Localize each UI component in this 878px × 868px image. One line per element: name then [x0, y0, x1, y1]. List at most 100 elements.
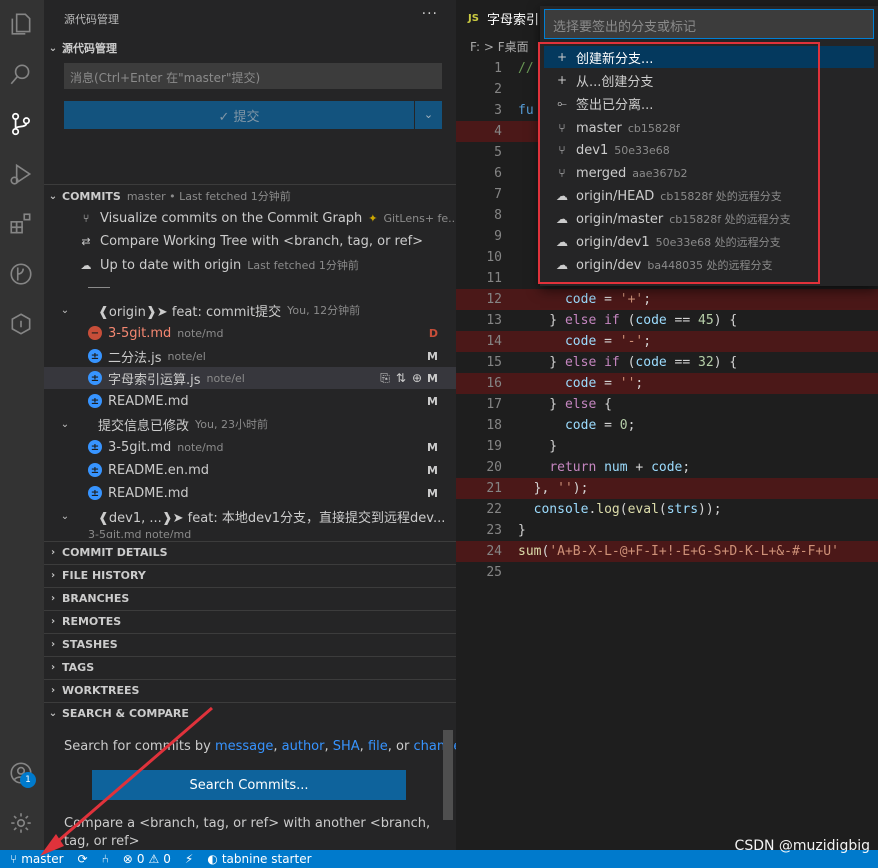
code-line: 25 [486, 565, 502, 580]
branch-status[interactable]: ⑂ master [10, 852, 64, 866]
error-icon: ⊗ [122, 852, 133, 866]
compare-icon: ⇄ [81, 234, 91, 248]
modified-file-icon: ± [88, 440, 102, 454]
compare-changes-icon[interactable]: ⇅ [396, 371, 406, 386]
chevron-right-icon: › [50, 616, 56, 627]
chevron-right-icon: › [50, 662, 56, 673]
cloud-icon: ☁ [80, 258, 92, 272]
section-remotes[interactable]: › REMOTES [44, 610, 456, 632]
commit-row[interactable]: ⌄ 提交信息已修改 You, 23小时前 [44, 413, 456, 435]
search-description: Search for commits by message, author, S… [64, 739, 456, 754]
changed-file-row[interactable]: − 3-5git.md note/md D [44, 322, 456, 344]
up-to-date-item[interactable]: ☁ Up to date with origin Last fetched 1分… [44, 254, 456, 276]
section-file-history[interactable]: › FILE HISTORY [44, 564, 456, 586]
sparkle-icon: ✦ [368, 211, 378, 225]
search-by-file-link[interactable]: file [368, 739, 388, 754]
code-line: 13 } else if (code == 45) { [486, 313, 738, 328]
changed-file-row[interactable]: ± 3-5git.md note/md M [44, 436, 456, 458]
code-line: 20 return num + code; [486, 460, 691, 475]
run-debug-icon[interactable] [6, 159, 36, 189]
account-badge: 1 [20, 772, 36, 788]
changed-file-row[interactable]: 3-5git.md note/md [44, 528, 456, 538]
sidebar-title: 源代码管理 [64, 13, 119, 26]
sync-icon[interactable]: ⟳ [78, 852, 88, 866]
quick-pick-input[interactable]: 选择要签出的分支或标记 [544, 9, 874, 39]
code-line: 19 } [486, 439, 558, 454]
commit-button[interactable]: ✓ 提交 [64, 101, 414, 129]
tabnine-icon: ◐ [207, 852, 218, 866]
breadcrumb[interactable]: F: > F桌面 [470, 38, 529, 55]
commit-row[interactable]: ⌄ ❰dev1, ...❱➤ feat: 本地dev1分支，直接提交到远程dev… [44, 505, 456, 527]
commit-row[interactable]: ⌄ ❰origin❱➤ feat: commit提交 You, 12分钟前 [44, 299, 456, 321]
modified-file-icon: ± [88, 349, 102, 363]
section-search-compare[interactable]: ⌄ SEARCH & COMPARE [44, 702, 456, 724]
chevron-right-icon: › [50, 639, 56, 650]
modified-file-icon: ± [88, 371, 102, 385]
code-line: 18 code = 0; [486, 418, 636, 433]
branch-icon: ⑂ [10, 852, 18, 866]
plug-icon[interactable]: ⚡ [185, 852, 193, 866]
section-branches[interactable]: › BRANCHES [44, 587, 456, 609]
settings-gear-icon[interactable] [6, 808, 36, 838]
code-line-deleted: 24 sum('A+B-X-L-@+F-I+!-E+G-S+D-K-L+&-#-F… [456, 541, 878, 562]
search-by-message-link[interactable]: message [215, 739, 273, 754]
section-stashes[interactable]: › STASHES [44, 633, 456, 655]
js-file-icon: JS [468, 12, 479, 24]
section-tags[interactable]: › TAGS [44, 656, 456, 678]
modified-file-icon: ± [88, 486, 102, 500]
chevron-down-icon: ⌄ [60, 418, 70, 430]
deleted-file-icon: − [88, 326, 102, 340]
chevron-right-icon: › [50, 685, 56, 696]
changed-file-row[interactable]: ± README.md M [44, 390, 456, 412]
activity-bar: 1 [0, 0, 44, 850]
code-line-deleted: 16 code = ''; [456, 373, 878, 394]
row-actions: ⎘ ⇅ ⊕ [380, 371, 422, 386]
source-control-icon[interactable] [6, 109, 36, 139]
sidebar-scrollbar[interactable] [443, 730, 453, 820]
chevron-right-icon: › [50, 593, 56, 604]
more-actions-icon[interactable]: ··· [422, 6, 438, 22]
extensions-icon[interactable] [6, 209, 36, 239]
changed-file-row[interactable]: ± 二分法.js note/el M [44, 345, 456, 367]
chevron-right-icon: › [50, 547, 56, 558]
tabnine-status[interactable]: ◐ tabnine starter [207, 852, 311, 866]
explorer-icon[interactable] [6, 9, 36, 39]
separator [88, 287, 110, 288]
visualize-graph-item[interactable]: ⑂ Visualize commits on the Commit Graph … [44, 207, 456, 229]
globe-icon[interactable]: ⊕ [412, 371, 422, 386]
open-file-icon[interactable]: ⎘ [380, 371, 390, 386]
editor-tab[interactable]: JS 字母索引 [456, 0, 539, 36]
scm-section-header[interactable]: ⌄ 源代码管理 [44, 37, 456, 59]
gitlens-icon[interactable] [6, 259, 36, 289]
code-line: 22 console.log(eval(strs)); [486, 502, 722, 517]
section-commit-details[interactable]: › COMMIT DETAILS [44, 541, 456, 563]
chevron-down-icon: ⌄ [48, 42, 58, 54]
section-worktrees[interactable]: › WORKTREES [44, 679, 456, 701]
source-control-sidebar: 源代码管理 ··· ⌄ 源代码管理 消息(Ctrl+Enter 在"master… [44, 0, 456, 850]
chevron-down-icon: ⌄ [48, 190, 58, 202]
compare-working-tree-item[interactable]: ⇄ Compare Working Tree with <branch, tag… [44, 230, 456, 252]
commit-dropdown-button[interactable]: ⌄ [415, 101, 442, 129]
code-line-deleted: 21 }, ''); [456, 478, 878, 499]
compare-description: Compare a <branch, tag, or ref> with ano… [64, 816, 431, 849]
search-commits-button[interactable]: Search Commits... [92, 770, 406, 800]
chevron-down-icon: ⌄ [48, 708, 58, 719]
search-by-sha-link[interactable]: SHA [333, 739, 360, 754]
code-line: 15 } else if (code == 32) { [486, 355, 738, 370]
chevron-down-icon: ⌄ [60, 510, 70, 522]
search-by-author-link[interactable]: author [282, 739, 325, 754]
modified-file-icon: ± [88, 394, 102, 408]
search-icon[interactable] [6, 59, 36, 89]
chevron-right-icon: › [50, 570, 56, 581]
highlight-box [538, 42, 820, 284]
changed-file-row-selected[interactable]: ± 字母索引运算.js note/el ⎘ ⇅ ⊕ M [44, 367, 456, 389]
commits-section-header[interactable]: ⌄ COMMITS master • Last fetched 1分钟前 [44, 185, 456, 207]
gitlens-status-icon[interactable]: ⑃ [102, 852, 109, 866]
problems-status[interactable]: ⊗ 0 ⚠ 0 [123, 852, 171, 866]
changed-file-row[interactable]: ± README.en.md M [44, 459, 456, 481]
modified-file-icon: ± [88, 463, 102, 477]
remote-explorer-icon[interactable] [6, 309, 36, 339]
commit-message-input[interactable]: 消息(Ctrl+Enter 在"master"提交) [64, 63, 442, 89]
code-line: 23} [486, 523, 526, 538]
changed-file-row[interactable]: ± README.md M [44, 482, 456, 504]
